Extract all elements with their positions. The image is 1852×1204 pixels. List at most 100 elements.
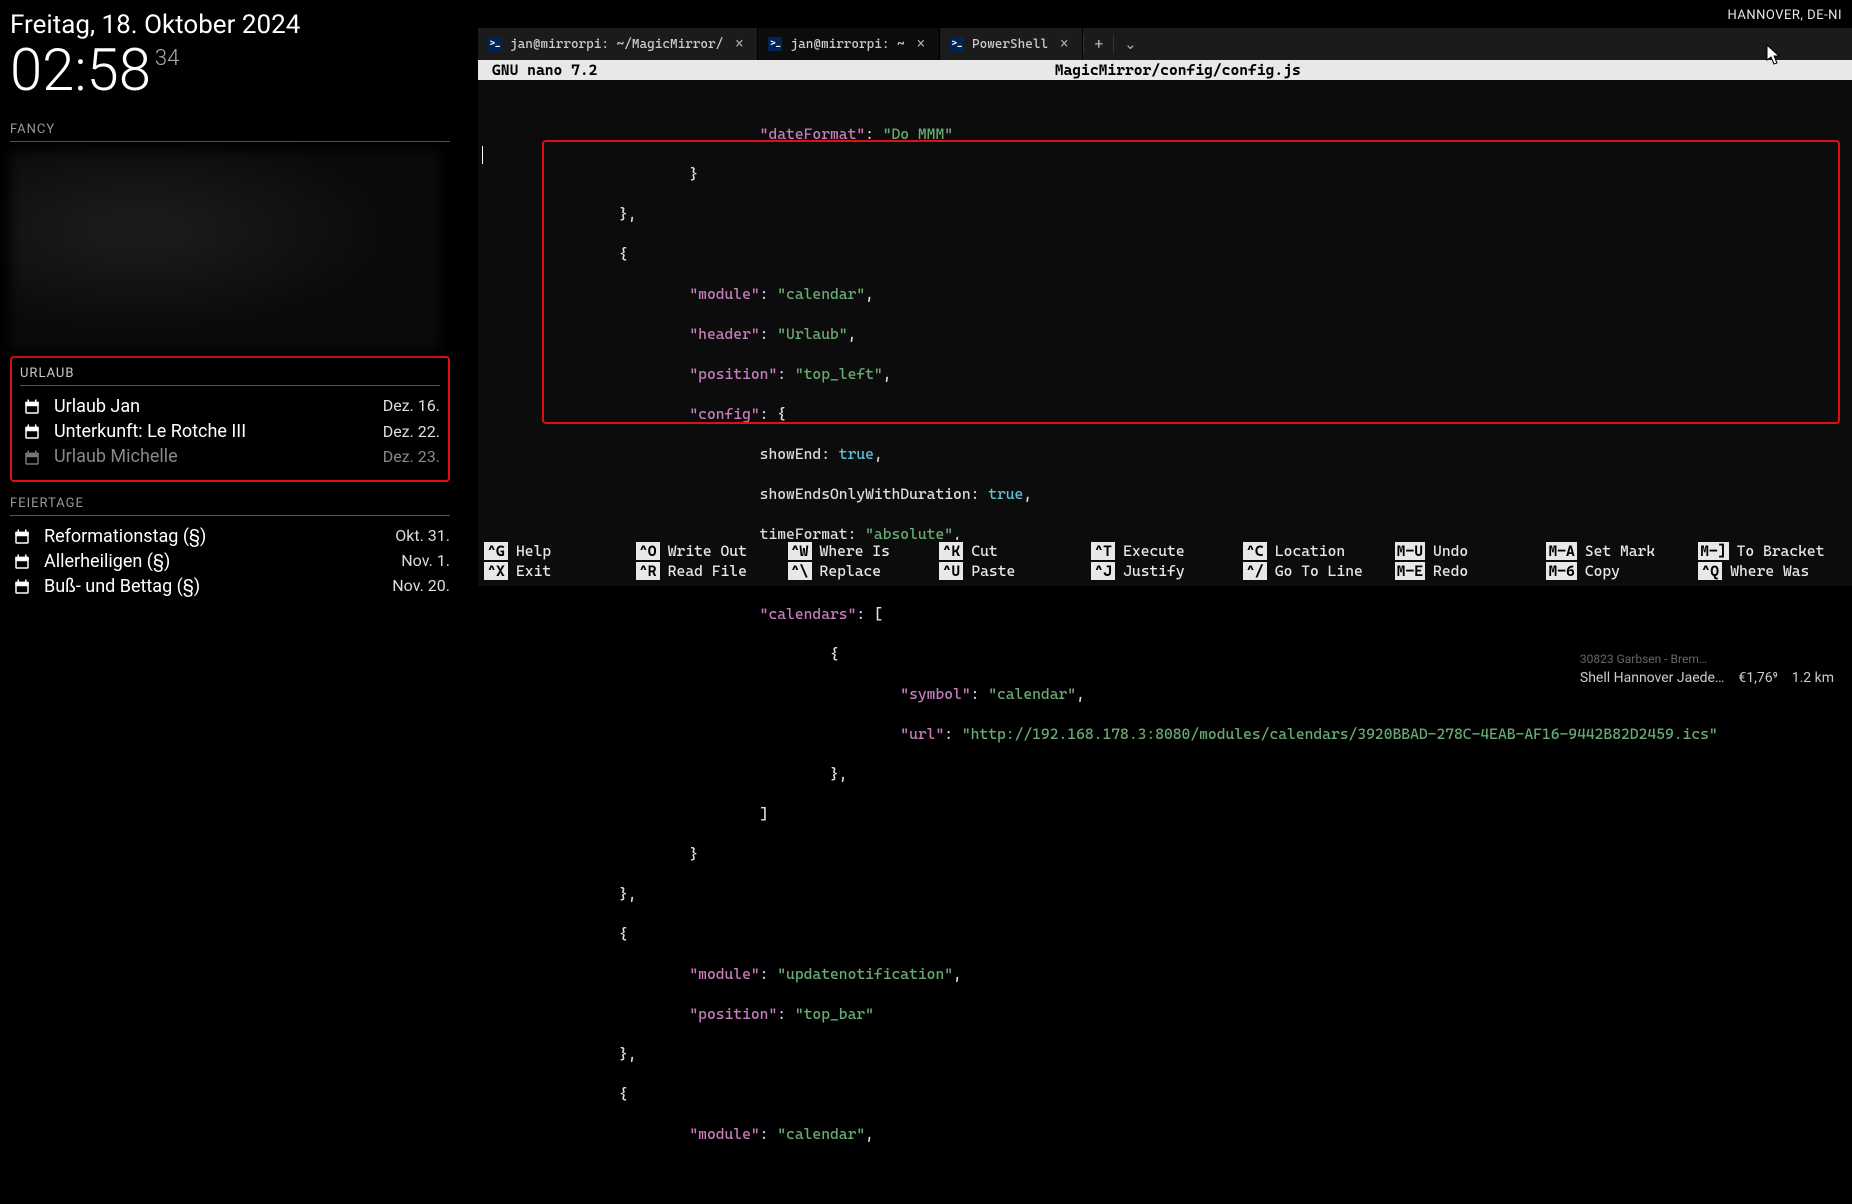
nano-shortcut: M-U Undo [1395, 542, 1543, 560]
new-tab-button[interactable]: + [1083, 35, 1113, 53]
urlaub-item-title: Urlaub Jan [54, 394, 383, 419]
tab-bar: >_ jan@mirrorpi: ~/MagicMirror/ × >_ jan@mir… [478, 28, 1852, 60]
fancy-header: FANCY [10, 122, 450, 142]
urlaub-item-title: Urlaub Michelle [54, 444, 383, 469]
nano-shortcut: ^G Help [484, 542, 632, 560]
urlaub-list-item: Urlaub JanDez. 16. [20, 394, 440, 419]
nano-app-name: GNU nano 7.2 [492, 60, 597, 80]
fuel-widget: 30823 Garbsen - Brem… Shell Hannover Jae… [1580, 650, 1834, 689]
nano-shortcut: M-A Set Mark [1546, 542, 1694, 560]
nano-shortcut: M-6Copy [1546, 562, 1694, 580]
terminal-tab[interactable]: >_ jan@mirrorpi: ~/MagicMirror/ × [478, 28, 758, 60]
nano-shortcut-label: Location [1275, 542, 1345, 560]
nano-shortcut-label: Help [516, 542, 551, 560]
urlaub-item-date: Dez. 16. [383, 395, 440, 417]
nano-shortcut-key: ^\ [788, 562, 812, 580]
tab-label: PowerShell [972, 37, 1048, 52]
nano-shortcut-key: ^R [636, 562, 660, 580]
tab-actions: + ⌄ [1083, 28, 1146, 60]
nano-shortcut-key: M-U [1395, 542, 1425, 560]
terminal-tab[interactable]: >_jan@mirrorpi: ~× [758, 28, 939, 60]
nano-shortcut: ^X Exit [484, 562, 632, 580]
nano-filename: MagicMirror/config/config.js [1055, 60, 1301, 80]
nano-shortcut-key: ^U [939, 562, 963, 580]
clock: 02:58 34 [10, 42, 450, 100]
nano-shortcut: ^R Read File [636, 562, 784, 580]
nano-shortcut-label: Read File [668, 562, 747, 580]
nano-shortcut-label: Cut [971, 542, 997, 560]
urlaub-item-date: Dez. 23. [383, 446, 440, 468]
nano-shortcut: ^OWrite Out [636, 542, 784, 560]
nano-shortcut: M-] To Bracket [1698, 542, 1846, 560]
urlaub-item-date: Dez. 22. [383, 421, 440, 443]
nano-shortcut: ^W Where Is [788, 542, 936, 560]
feiertage-item-title: Reformationstag (§) [44, 524, 395, 549]
terminal-tab[interactable]: >_ PowerShell × [940, 28, 1083, 60]
nano-shortcut-label: Undo [1433, 542, 1468, 560]
close-tab-button[interactable]: × [913, 36, 929, 52]
feiertage-item-title: Allerheiligen (§) [44, 549, 401, 574]
close-tab-button[interactable]: × [731, 36, 747, 52]
nano-shortcut-label: Exit [516, 562, 551, 580]
nano-shortcut-key: ^W [788, 542, 812, 560]
nano-shortcut-key: M-E [1395, 562, 1425, 580]
nano-shortcut-label: Go To Line [1275, 562, 1363, 580]
powershell-icon: >_ [488, 37, 502, 51]
nano-shortcut-key: ^G [484, 542, 508, 560]
nano-shortcut-label: Set Mark [1585, 542, 1655, 560]
urlaub-item-title: Unterkunft: Le Rotche III [54, 419, 383, 444]
tab-label: jan@mirrorpi: ~ [790, 37, 904, 52]
urlaub-list: Urlaub JanDez. 16.Unterkunft: Le Rotche … [20, 394, 440, 470]
nano-shortcut-label: Where Is [820, 542, 890, 560]
feiertage-item-date: Nov. 1. [401, 550, 450, 572]
nano-shortcut-label: To Bracket [1737, 542, 1825, 560]
tab-dropdown-button[interactable]: ⌄ [1113, 35, 1147, 53]
nano-shortcut-key: ^J [1091, 562, 1115, 580]
fuel-price: €1,76⁹ [1738, 668, 1777, 689]
nano-shortcut-key: ^Q [1698, 562, 1722, 580]
calendar-icon [20, 394, 44, 419]
nano-shortcut-label: Paste [971, 562, 1015, 580]
nano-shortcut-key: M-A [1546, 542, 1576, 560]
calendar-icon [10, 549, 34, 574]
feiertage-item-date: Nov. 20. [392, 575, 450, 597]
clock-seconds: 34 [155, 48, 179, 70]
feiertage-item-date: Okt. 31. [395, 525, 450, 547]
nano-shortcut-key: ^X [484, 562, 508, 580]
urlaub-list-item: Unterkunft: Le Rotche IIIDez. 22. [20, 419, 440, 444]
code-area[interactable]: "dateFormat": "Do MMM" } }, { "module": … [478, 80, 1852, 1204]
powershell-icon: >_ [950, 37, 964, 51]
nano-shortcut-label: Replace [820, 562, 882, 580]
calendar-icon [10, 524, 34, 549]
tab-label: jan@mirrorpi: ~/MagicMirror/ [510, 37, 723, 52]
nano-shortcut-label: Justify [1123, 562, 1185, 580]
terminal-window: >_ jan@mirrorpi: ~/MagicMirror/ × >_ jan@mir… [478, 28, 1852, 586]
nano-shortcut-key: M-] [1698, 542, 1728, 560]
nano-shortcut-label: Redo [1433, 562, 1468, 580]
nano-shortcut-key: ^K [939, 542, 963, 560]
urlaub-header: URLAUB [20, 366, 440, 386]
nano-shortcut-key: ^T [1091, 542, 1115, 560]
nano-shortcut: ^U Paste [939, 562, 1087, 580]
feiertage-header: FEIERTAGE [10, 496, 450, 516]
nano-shortcut-key: ^/ [1243, 562, 1267, 580]
nano-shortcut: ^\ Replace [788, 562, 936, 580]
nano-shortcut: M-E Redo [1395, 562, 1543, 580]
nano-shortcut: ^Q Where Was [1698, 562, 1846, 580]
calendar-icon [10, 574, 34, 599]
mirror-panel: Freitag, 18. Oktober 2024 02:58 34 FANCY… [10, 10, 450, 599]
nano-header-bar: GNU nano 7.2 MagicMirror/config/config.j… [478, 60, 1852, 80]
feiertage-item-title: Buß- und Bettag (§) [44, 574, 392, 599]
date-line: Freitag, 18. Oktober 2024 [10, 10, 450, 40]
fuel-station-name: Shell Hannover Jaede… [1580, 668, 1724, 689]
urlaub-list-item: Urlaub MichelleDez. 23. [20, 444, 440, 469]
nano-shortcut-label: Execute [1123, 542, 1185, 560]
close-tab-button[interactable]: × [1056, 36, 1072, 52]
nano-shortcut-label: Copy [1585, 562, 1620, 580]
feiertage-list-item: Allerheiligen (§)Nov. 1. [10, 549, 450, 574]
feiertage-list-item: Buß- und Bettag (§)Nov. 20. [10, 574, 450, 599]
location-tag: HANNOVER, DE-NI [1727, 8, 1842, 23]
fancy-blurred-content [10, 150, 440, 350]
nano-shortcut-label: Where Was [1730, 562, 1809, 580]
feiertage-list-item: Reformationstag (§)Okt. 31. [10, 524, 450, 549]
